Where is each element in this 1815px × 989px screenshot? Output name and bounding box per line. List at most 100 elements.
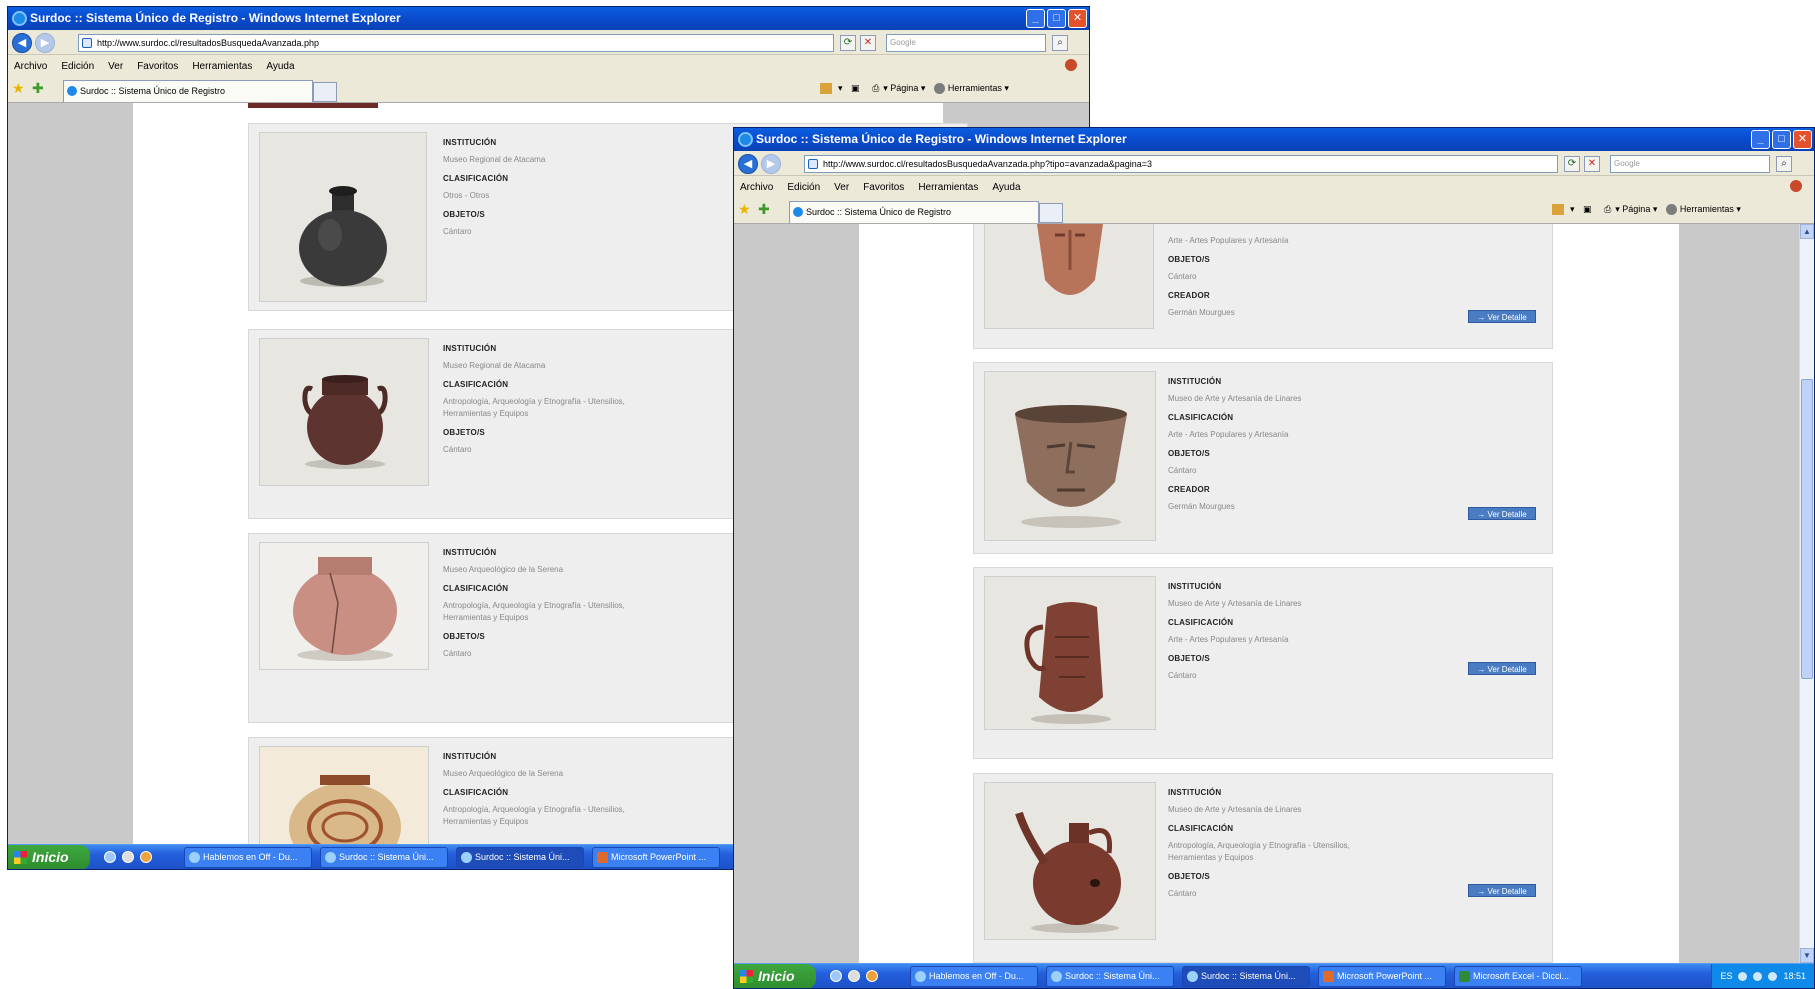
address-field[interactable]: http://www.surdoc.cl/resultadosBusquedaA… bbox=[78, 34, 834, 52]
tray-volume-icon[interactable] bbox=[1753, 972, 1763, 981]
search-input[interactable]: Google bbox=[1610, 155, 1770, 173]
taskbar-item[interactable]: Surdoc :: Sistema Úni... bbox=[1046, 966, 1174, 987]
stop-icon[interactable]: ✕ bbox=[1584, 156, 1600, 172]
taskbar-item[interactable]: Surdoc :: Sistema Úni... bbox=[456, 847, 584, 868]
search-icon[interactable]: ⌕ bbox=[1052, 35, 1068, 51]
forward-icon[interactable]: ▶ bbox=[35, 33, 55, 53]
ie-window-front[interactable]: Surdoc :: Sistema Único de Registro - Wi… bbox=[733, 127, 1815, 989]
taskbar-item[interactable]: Microsoft PowerPoint ... bbox=[1318, 966, 1446, 987]
add-favorites-icon[interactable]: ✚ bbox=[32, 80, 44, 97]
taskbar-item-label: Surdoc :: Sistema Úni... bbox=[339, 852, 434, 862]
address-field[interactable]: http://www.surdoc.cl/resultadosBusquedaA… bbox=[804, 155, 1558, 173]
menu-herramientas[interactable]: Herramientas bbox=[918, 182, 978, 193]
back-icon[interactable]: ◀ bbox=[12, 33, 32, 53]
quicklaunch-ie-icon[interactable] bbox=[104, 851, 116, 863]
menu-edicion[interactable]: Edición bbox=[787, 182, 820, 193]
quicklaunch-desktop-icon[interactable] bbox=[848, 970, 860, 982]
quicklaunch-mail-icon[interactable] bbox=[866, 970, 878, 982]
object-image[interactable] bbox=[259, 746, 429, 844]
maximize-button[interactable]: □ bbox=[1772, 130, 1791, 149]
taskbar-item[interactable]: Hablemos en Off - Du... bbox=[910, 966, 1038, 987]
forward-icon[interactable]: ▶ bbox=[761, 154, 781, 174]
page-menu[interactable]: Página bbox=[1622, 204, 1650, 214]
tray-security-icon[interactable] bbox=[1768, 972, 1778, 981]
menu-favoritos[interactable]: Favoritos bbox=[137, 61, 178, 72]
ver-detalle-button[interactable]: → Ver Detalle bbox=[1468, 662, 1536, 675]
taskbar-item[interactable]: Surdoc :: Sistema Úni... bbox=[320, 847, 448, 868]
stop-icon[interactable]: ✕ bbox=[860, 35, 876, 51]
menu-ver[interactable]: Ver bbox=[834, 182, 849, 193]
print-icon[interactable]: ⎙ bbox=[1604, 204, 1611, 214]
favorites-star-icon[interactable]: ★ bbox=[12, 80, 25, 97]
taskbar-item[interactable]: Hablemos en Off - Du... bbox=[184, 847, 312, 868]
field-label: CLASIFICACIÓN bbox=[443, 174, 509, 183]
back-icon[interactable]: ◀ bbox=[738, 154, 758, 174]
title-bar[interactable]: Surdoc :: Sistema Único de Registro - Wi… bbox=[8, 7, 1089, 30]
new-tab-button[interactable] bbox=[1039, 203, 1063, 223]
start-button[interactable]: Inicio bbox=[734, 964, 816, 988]
browser-tab[interactable]: Surdoc :: Sistema Único de Registro bbox=[789, 201, 1039, 223]
object-image[interactable] bbox=[259, 338, 429, 486]
minimize-button[interactable]: _ bbox=[1751, 130, 1770, 149]
search-input[interactable]: Google bbox=[886, 34, 1046, 52]
start-button[interactable]: Inicio bbox=[8, 845, 90, 869]
taskbar-item[interactable]: Microsoft Excel - Dicci... bbox=[1454, 966, 1582, 987]
ver-detalle-button[interactable]: → Ver Detalle bbox=[1468, 507, 1536, 520]
close-button[interactable]: ✕ bbox=[1793, 130, 1812, 149]
menu-ayuda[interactable]: Ayuda bbox=[992, 182, 1020, 193]
language-indicator[interactable]: ES bbox=[1720, 964, 1732, 988]
feed-icon[interactable]: ▣ bbox=[851, 83, 860, 93]
print-icon[interactable]: ⎙ bbox=[872, 83, 879, 93]
feed-icon[interactable]: ▣ bbox=[1583, 204, 1592, 214]
field-label: INSTITUCIÓN bbox=[443, 344, 497, 353]
quicklaunch-mail-icon[interactable] bbox=[140, 851, 152, 863]
add-favorites-icon[interactable]: ✚ bbox=[758, 201, 770, 218]
object-image[interactable] bbox=[259, 132, 427, 302]
browser-tab[interactable]: Surdoc :: Sistema Único de Registro bbox=[63, 80, 313, 102]
menu-archivo[interactable]: Archivo bbox=[740, 182, 773, 193]
object-image[interactable] bbox=[984, 224, 1154, 329]
quicklaunch-ie-icon[interactable] bbox=[830, 970, 842, 982]
scroll-down-button[interactable]: ▼ bbox=[1800, 948, 1814, 963]
object-image[interactable] bbox=[259, 542, 429, 670]
minimize-button[interactable]: _ bbox=[1026, 9, 1045, 28]
page-menu[interactable]: Página bbox=[890, 83, 918, 93]
menu-favoritos[interactable]: Favoritos bbox=[863, 182, 904, 193]
tools-menu[interactable]: Herramientas bbox=[948, 83, 1002, 93]
result-card: INSTITUCIÓN Museo de Arte y Artesanía de… bbox=[973, 362, 1553, 554]
menu-edicion[interactable]: Edición bbox=[61, 61, 94, 72]
tab-ie-icon bbox=[67, 86, 77, 96]
menu-ayuda[interactable]: Ayuda bbox=[266, 61, 294, 72]
scroll-up-button[interactable]: ▲ bbox=[1800, 224, 1814, 239]
close-button[interactable]: ✕ bbox=[1068, 9, 1087, 28]
favorites-star-icon[interactable]: ★ bbox=[738, 201, 751, 218]
ie-icon bbox=[12, 11, 27, 26]
refresh-icon[interactable]: ⟳ bbox=[840, 35, 856, 51]
maximize-button[interactable]: □ bbox=[1047, 9, 1066, 28]
object-image[interactable] bbox=[984, 576, 1156, 730]
tray-network-icon[interactable] bbox=[1738, 972, 1748, 981]
ver-detalle-button[interactable]: → Ver Detalle bbox=[1468, 884, 1536, 897]
quicklaunch-desktop-icon[interactable] bbox=[122, 851, 134, 863]
home-icon[interactable] bbox=[1552, 204, 1564, 216]
title-bar[interactable]: Surdoc :: Sistema Único de Registro - Wi… bbox=[734, 128, 1814, 151]
taskbar-item[interactable]: Surdoc :: Sistema Úni... bbox=[1182, 966, 1310, 987]
ver-detalle-button[interactable]: → Ver Detalle bbox=[1468, 310, 1536, 323]
page-viewport[interactable]: Arte - Artes Populares y Artesanía OBJET… bbox=[734, 224, 1814, 963]
menu-herramientas[interactable]: Herramientas bbox=[192, 61, 252, 72]
vertical-scrollbar[interactable]: ▲ ▼ bbox=[1799, 224, 1814, 963]
toolbar-logo-icon[interactable] bbox=[1790, 180, 1802, 192]
field-objeto: Cántaro bbox=[443, 227, 472, 236]
object-image[interactable] bbox=[984, 782, 1156, 940]
taskbar-item[interactable]: Microsoft PowerPoint ... bbox=[592, 847, 720, 868]
menu-ver[interactable]: Ver bbox=[108, 61, 123, 72]
toolbar-logo-icon[interactable] bbox=[1065, 59, 1077, 71]
home-icon[interactable] bbox=[820, 83, 832, 95]
scroll-thumb[interactable] bbox=[1801, 379, 1813, 679]
menu-archivo[interactable]: Archivo bbox=[14, 61, 47, 72]
new-tab-button[interactable] bbox=[313, 82, 337, 102]
search-icon[interactable]: ⌕ bbox=[1776, 156, 1792, 172]
object-image[interactable] bbox=[984, 371, 1156, 541]
tools-menu[interactable]: Herramientas bbox=[1680, 204, 1734, 214]
refresh-icon[interactable]: ⟳ bbox=[1564, 156, 1580, 172]
